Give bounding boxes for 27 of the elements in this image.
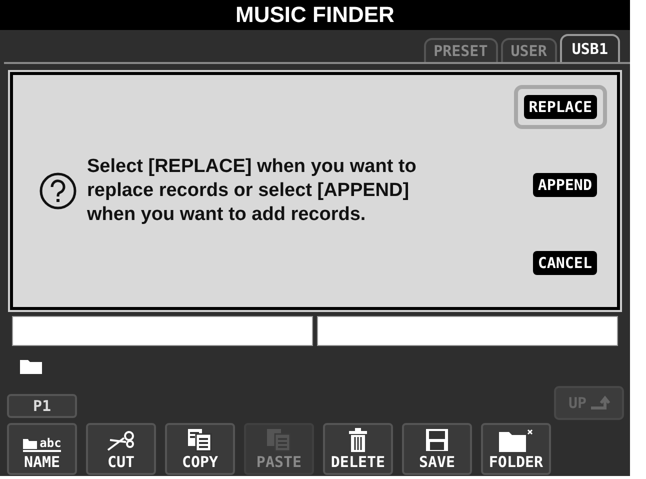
toolbar-button[interactable]: abc NAME [7, 423, 77, 475]
folder-icon [498, 428, 534, 452]
paste-icon [266, 428, 292, 452]
copy-icon [187, 428, 213, 452]
dialog-button[interactable]: REPLACE [514, 85, 607, 129]
toolbar-button[interactable]: SAVE [402, 423, 472, 475]
dialog-message: Select [REPLACE] when you want to replace records or select [APPEND] when you want to add records. [87, 155, 418, 227]
dialog-button[interactable]: APPEND [522, 163, 607, 207]
input-field[interactable] [12, 316, 313, 346]
scissors-icon [106, 430, 136, 452]
toolbar-button[interactable]: DELETE [323, 423, 393, 475]
tab[interactable]: PRESET [424, 38, 498, 62]
tab[interactable]: USB1 [560, 34, 620, 62]
tab[interactable]: USER [500, 38, 557, 62]
folder-icon [22, 438, 37, 448]
trash-icon [347, 428, 369, 452]
dialog-button[interactable]: CANCEL [522, 241, 607, 285]
question-icon [39, 172, 77, 210]
toolbar-button[interactable]: COPY [165, 423, 235, 475]
input-field[interactable] [317, 316, 618, 346]
window-title: MUSIC FINDER [0, 0, 630, 30]
toolbar-button[interactable]: FOLDER [481, 423, 551, 475]
folder-icon [20, 358, 42, 374]
page-button[interactable]: P1 [7, 394, 77, 418]
toolbar-button[interactable]: CUT [86, 423, 156, 475]
return-arrow-icon [590, 395, 610, 411]
icon-label: abc [40, 436, 62, 450]
